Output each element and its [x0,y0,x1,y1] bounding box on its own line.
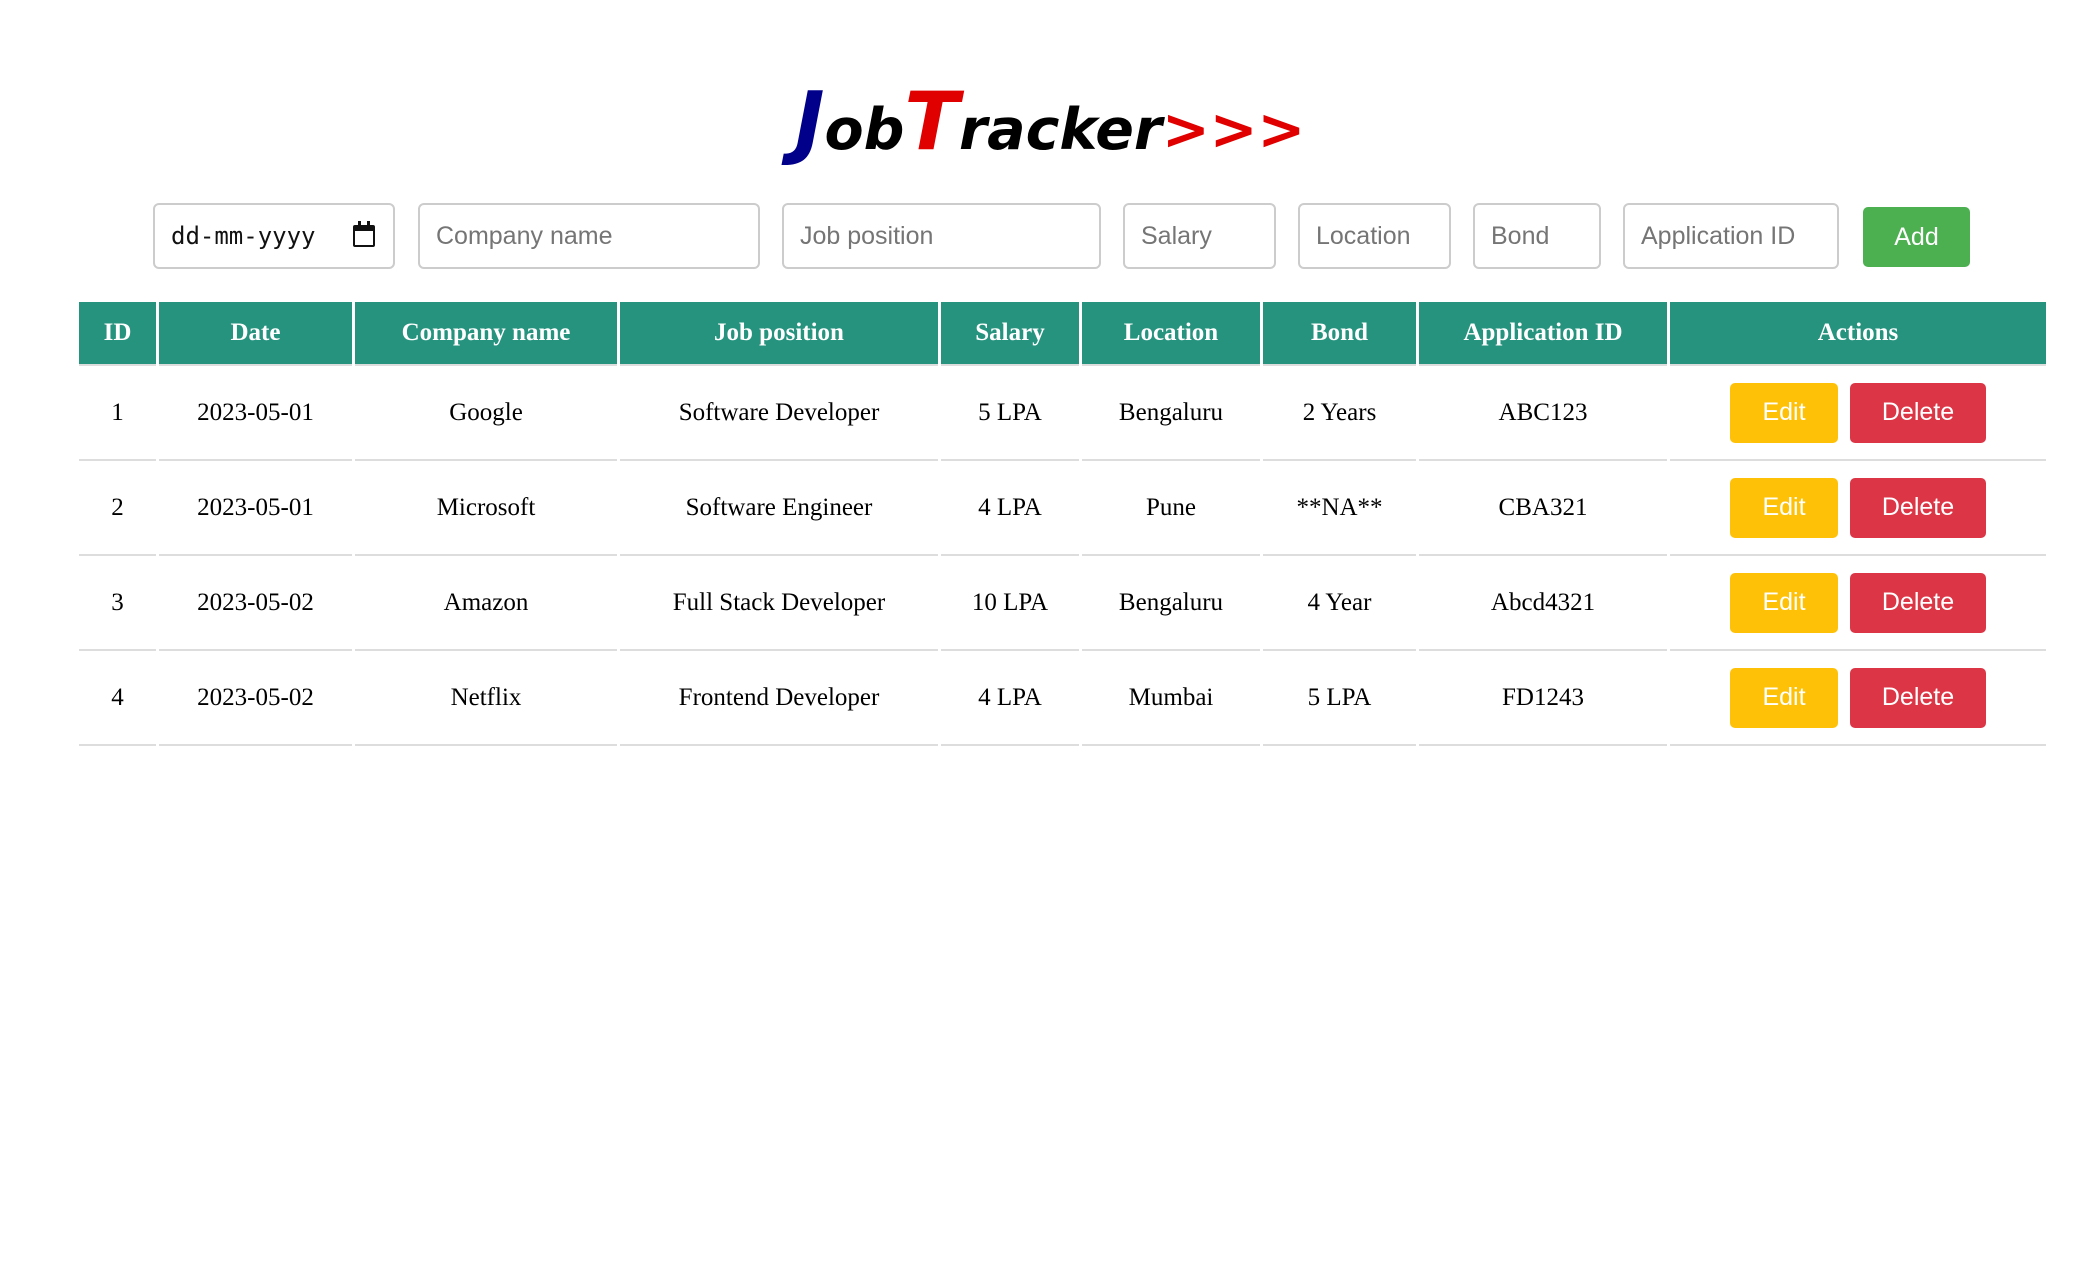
application-id-input[interactable] [1623,203,1839,269]
table-row: 4 2023-05-02 Netflix Frontend Developer … [79,651,2046,746]
app-logo: JobTracker>>> [0,82,2100,162]
edit-button[interactable]: Edit [1730,667,1838,728]
cell-company: Amazon [355,556,617,651]
cell-id: 4 [79,651,156,746]
cell-bond: 4 Year [1263,556,1416,651]
edit-button[interactable]: Edit [1730,382,1838,443]
salary-input[interactable] [1123,203,1276,269]
jobs-table: ID Date Company name Job position Salary… [76,302,2049,746]
cell-date: 2023-05-02 [159,556,352,651]
cell-date: 2023-05-01 [159,461,352,556]
header-bond: Bond [1263,302,1416,366]
cell-id: 2 [79,461,156,556]
edit-button[interactable]: Edit [1730,572,1838,633]
add-button[interactable]: Add [1863,207,1970,267]
cell-application-id: CBA321 [1419,461,1667,556]
edit-button[interactable]: Edit [1730,477,1838,538]
cell-location: Pune [1082,461,1260,556]
header-id: ID [79,302,156,366]
logo-letter-j: J [794,75,825,168]
location-input[interactable] [1298,203,1451,269]
table-body: 1 2023-05-01 Google Software Developer 5… [79,366,2046,746]
delete-button[interactable]: Delete [1850,572,1986,633]
cell-bond: 5 LPA [1263,651,1416,746]
cell-position: Full Stack Developer [620,556,938,651]
cell-actions: Edit Delete [1670,651,2046,746]
table-row: 3 2023-05-02 Amazon Full Stack Developer… [79,556,2046,651]
header-salary: Salary [941,302,1079,366]
calendar-icon[interactable] [353,221,375,247]
cell-application-id: Abcd4321 [1419,556,1667,651]
cell-salary: 4 LPA [941,651,1079,746]
cell-date: 2023-05-01 [159,366,352,461]
delete-button[interactable]: Delete [1850,477,1986,538]
company-name-input[interactable] [418,203,760,269]
header-job-position: Job position [620,302,938,366]
cell-application-id: ABC123 [1419,366,1667,461]
cell-position: Software Developer [620,366,938,461]
date-placeholder: dd-mm-yyyy [171,222,316,250]
cell-actions: Edit Delete [1670,461,2046,556]
delete-button[interactable]: Delete [1850,382,1986,443]
job-position-input[interactable] [782,203,1101,269]
bond-input[interactable] [1473,203,1601,269]
cell-company: Microsoft [355,461,617,556]
table-row: 1 2023-05-01 Google Software Developer 5… [79,366,2046,461]
cell-id: 1 [79,366,156,461]
cell-salary: 4 LPA [941,461,1079,556]
add-job-form: dd-mm-yyyy Add [0,203,2100,269]
cell-application-id: FD1243 [1419,651,1667,746]
cell-location: Bengaluru [1082,366,1260,461]
delete-button[interactable]: Delete [1850,667,1986,728]
cell-bond: **NA** [1263,461,1416,556]
cell-company: Netflix [355,651,617,746]
logo-text-ob: ob [824,97,905,163]
header-location: Location [1082,302,1260,366]
cell-salary: 5 LPA [941,366,1079,461]
cell-company: Google [355,366,617,461]
cell-location: Bengaluru [1082,556,1260,651]
cell-actions: Edit Delete [1670,556,2046,651]
logo-arrows: >>> [1162,97,1306,163]
table-row: 2 2023-05-01 Microsoft Software Engineer… [79,461,2046,556]
header-date: Date [159,302,352,366]
cell-bond: 2 Years [1263,366,1416,461]
cell-salary: 10 LPA [941,556,1079,651]
logo-text-racker: racker [959,97,1163,163]
header-application-id: Application ID [1419,302,1667,366]
header-company-name: Company name [355,302,617,366]
logo-letter-t: T [904,75,959,168]
cell-location: Mumbai [1082,651,1260,746]
cell-position: Software Engineer [620,461,938,556]
date-input[interactable]: dd-mm-yyyy [153,203,395,269]
cell-id: 3 [79,556,156,651]
cell-position: Frontend Developer [620,651,938,746]
table-header: ID Date Company name Job position Salary… [79,302,2046,366]
cell-actions: Edit Delete [1670,366,2046,461]
cell-date: 2023-05-02 [159,651,352,746]
header-actions: Actions [1670,302,2046,366]
